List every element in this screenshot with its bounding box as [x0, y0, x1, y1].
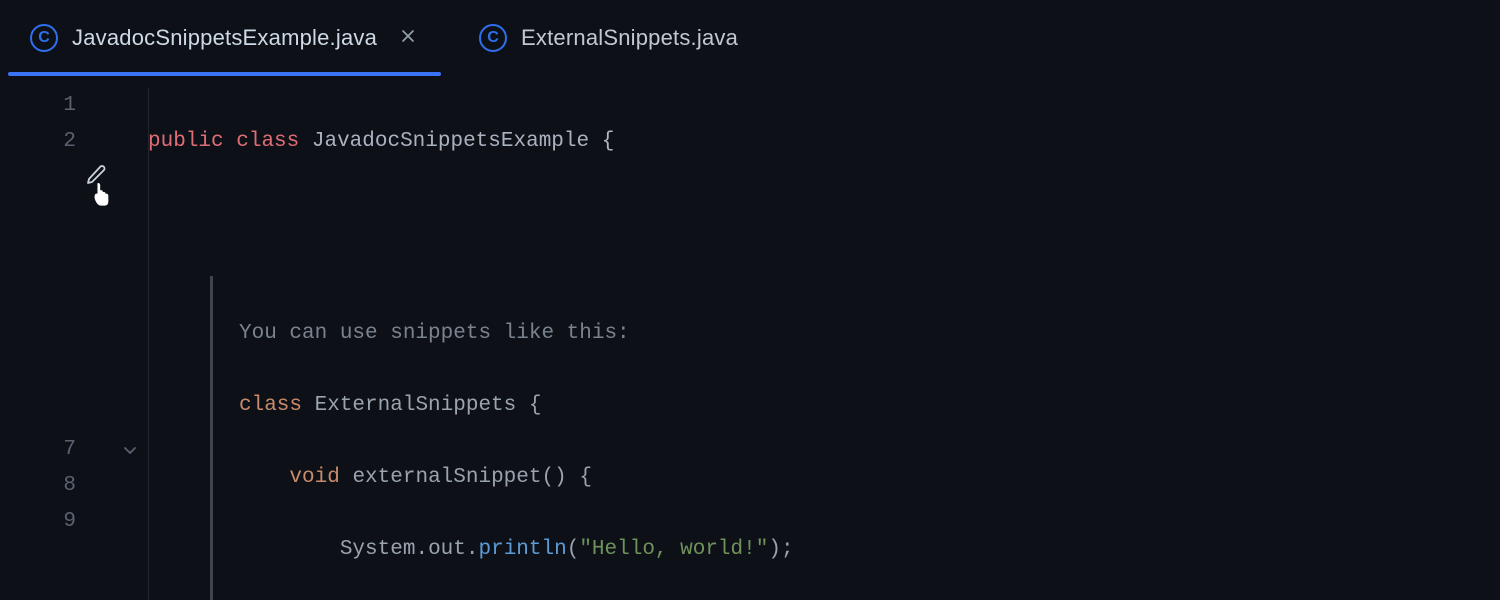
rendered-javadoc[interactable]: You can use snippets like this: class Ex… [148, 276, 1500, 600]
tab-bar: C JavadocSnippetsExample.java C External… [0, 0, 1500, 76]
javadoc-snippet-line: class ExternalSnippets { [239, 388, 1500, 424]
line-number[interactable]: 9 [0, 504, 148, 540]
tab-javadoc-snippets-example[interactable]: C JavadocSnippetsExample.java [0, 0, 449, 76]
tab-label: JavadocSnippetsExample.java [72, 25, 377, 51]
tab-external-snippets[interactable]: C ExternalSnippets.java [449, 0, 768, 76]
editor: 1 2 7 8 9 public class JavadocSnippetsEx… [0, 76, 1500, 600]
line-number-text: 7 [63, 438, 76, 461]
line-number[interactable]: 1 [0, 88, 148, 124]
line-number[interactable]: 8 [0, 468, 148, 504]
line-number[interactable]: 2 [0, 124, 148, 160]
close-icon[interactable] [397, 25, 419, 52]
indent-guide [148, 88, 149, 600]
code-line[interactable] [148, 196, 1500, 232]
javadoc-snippet-line: void externalSnippet() { [239, 460, 1500, 496]
line-number[interactable] [0, 160, 148, 432]
javadoc-block: You can use snippets like this: class Ex… [210, 276, 1500, 600]
line-number[interactable]: 7 [0, 432, 148, 468]
fold-icon[interactable] [122, 442, 138, 458]
code-line[interactable]: public class JavadocSnippetsExample { [148, 124, 1500, 160]
javadoc-snippet-line: System.out.println("Hello, world!"); [239, 532, 1500, 568]
java-class-icon: C [479, 24, 507, 52]
javadoc-description: You can use snippets like this: [239, 316, 1500, 352]
edit-icon[interactable] [84, 163, 108, 201]
tab-label: ExternalSnippets.java [521, 25, 738, 51]
code-area[interactable]: public class JavadocSnippetsExample { Yo… [148, 76, 1500, 600]
gutter: 1 2 7 8 9 [0, 76, 148, 600]
java-class-icon: C [30, 24, 58, 52]
